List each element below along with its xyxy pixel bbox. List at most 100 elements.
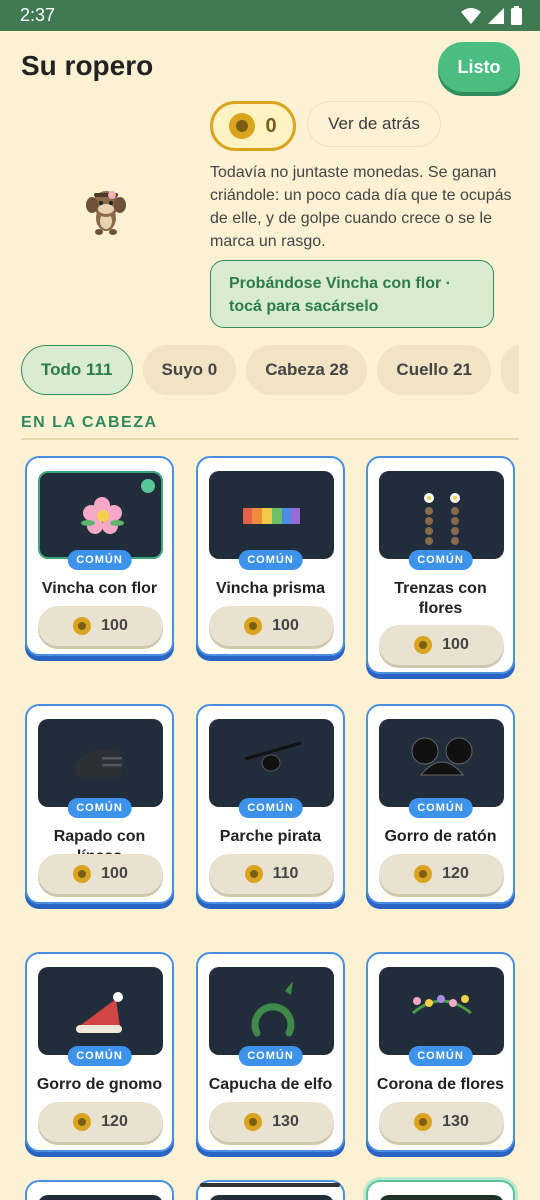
shaved-head-icon	[74, 748, 124, 777]
category-tabs: Todo 111 Suyo 0 Cabeza 28 Cuello 21	[21, 345, 519, 395]
item-price: 120	[101, 1113, 128, 1130]
item-thumbnail	[379, 719, 504, 807]
item-name: Vincha prisma	[215, 580, 326, 597]
mouse-ears-icon	[411, 737, 473, 776]
buy-button[interactable]: 120	[38, 1102, 163, 1142]
coin-icon	[244, 865, 263, 883]
item-price: 100	[442, 636, 469, 653]
item-name: Gorro de gnomo	[36, 1076, 163, 1093]
battery-icon	[511, 6, 522, 25]
item-card[interactable]: COMÚN Capucha de elfo 130	[196, 952, 345, 1152]
item-thumbnail	[38, 471, 163, 559]
coin-icon	[244, 617, 263, 635]
buy-button[interactable]: 130	[209, 1102, 334, 1142]
coins-description: Todavía no juntaste monedas. Se ganan cr…	[210, 164, 512, 250]
item-name: Gorro de ratón	[384, 828, 497, 845]
item-name: Vincha con flor	[41, 580, 158, 597]
item-price: 100	[272, 617, 299, 634]
item-card[interactable]: COMÚN Trenzas con flores 100	[366, 456, 515, 674]
rarity-badge: COMÚN	[67, 550, 132, 570]
coin-icon	[244, 1113, 263, 1131]
item-card[interactable]	[25, 1180, 174, 1200]
item-price: 100	[101, 617, 128, 634]
braids-icon	[424, 493, 460, 545]
section-divider	[21, 438, 519, 440]
coin-icon	[73, 617, 92, 635]
section-title: EN LA CABEZA	[21, 414, 158, 431]
item-name: Trenzas con flores	[394, 580, 487, 617]
buy-button[interactable]: 100	[38, 854, 163, 894]
item-card[interactable]: COMÚN Corona de flores 130	[366, 952, 515, 1152]
coin-count: 0	[265, 114, 277, 137]
buy-button[interactable]: 120	[379, 854, 504, 894]
rarity-badge: COMÚN	[408, 550, 473, 570]
rarity-badge: COMÚN	[238, 1046, 303, 1066]
item-card[interactable]: COMÚNRapado con líneas100	[25, 704, 174, 904]
item-card[interactable]: COMÚN Gorro de gnomo 120	[25, 952, 174, 1152]
item-thumbnail	[209, 719, 334, 807]
elf-hood-icon	[251, 981, 295, 1037]
eyepatch-icon	[244, 741, 302, 772]
item-price: 130	[272, 1113, 299, 1130]
view-back-button[interactable]: Ver de atrás	[307, 101, 441, 147]
rarity-badge: COMÚN	[408, 1046, 473, 1066]
status-bar: 2:37	[0, 0, 540, 31]
buy-button[interactable]: 100	[209, 606, 334, 646]
tab-2[interactable]: Cabeza 28	[246, 345, 368, 395]
item-thumbnail	[38, 967, 163, 1055]
tab-0[interactable]: Todo 111	[21, 345, 133, 395]
trying-on-banner[interactable]: Probándose Vincha con flor · tocá para s…	[210, 260, 494, 328]
item-name: Parche pirata	[219, 828, 322, 845]
item-card[interactable]	[366, 1180, 515, 1200]
flower-crown-icon	[412, 995, 472, 1015]
tab-1[interactable]: Suyo 0	[142, 345, 237, 395]
coin-icon	[414, 1113, 433, 1131]
item-thumbnail	[379, 471, 504, 559]
coin-icon	[414, 865, 433, 883]
item-thumbnail	[379, 1195, 504, 1200]
tab-4[interactable]	[501, 345, 519, 395]
buy-button[interactable]: 100	[379, 625, 504, 665]
buy-button[interactable]: 110	[209, 854, 334, 894]
buy-button[interactable]: 100	[38, 606, 163, 646]
status-time: 2:37	[20, 5, 56, 25]
item-thumbnail	[209, 967, 334, 1055]
done-button[interactable]: Listo	[438, 42, 520, 92]
coin-icon	[73, 865, 92, 883]
item-card[interactable]: COMÚN Vincha con flor 100	[25, 456, 174, 656]
item-card[interactable]: COMÚN Parche pirata 110	[196, 704, 345, 904]
item-thumbnail	[38, 719, 163, 807]
gnome-hat-icon	[76, 992, 123, 1033]
signal-icon	[488, 7, 504, 24]
item-name: Corona de flores	[376, 1076, 505, 1093]
coin-icon	[414, 636, 433, 654]
wifi-icon	[461, 7, 481, 24]
rarity-badge: COMÚN	[67, 798, 132, 818]
item-price: 100	[101, 865, 128, 882]
item-price: 130	[442, 1113, 469, 1130]
item-thumbnail	[38, 1195, 163, 1200]
rarity-badge: COMÚN	[238, 798, 303, 818]
pet-avatar	[86, 191, 126, 235]
home-indicator	[200, 1183, 340, 1187]
tab-3[interactable]: Cuello 21	[377, 345, 492, 395]
coin-icon	[229, 113, 256, 139]
item-thumbnail	[209, 471, 334, 559]
rarity-badge: COMÚN	[67, 1046, 132, 1066]
coin-balance: 0	[210, 101, 296, 151]
buy-button[interactable]: 130	[379, 1102, 504, 1142]
item-thumbnail	[379, 967, 504, 1055]
page-title: Su ropero	[21, 50, 154, 81]
coin-icon	[73, 1113, 92, 1131]
rainbow-band-icon	[243, 508, 300, 524]
status-icons	[461, 6, 522, 25]
equipped-dot	[141, 479, 155, 493]
rarity-badge: COMÚN	[238, 550, 303, 570]
rarity-badge: COMÚN	[408, 798, 473, 818]
item-card[interactable]: COMÚN Vincha prisma 100	[196, 456, 345, 656]
item-card[interactable]: COMÚN Gorro de ratón 120	[366, 704, 515, 904]
item-thumbnail	[209, 1195, 334, 1200]
item-price: 110	[272, 865, 299, 882]
item-name: Capucha de elfo	[208, 1076, 333, 1093]
item-price: 120	[442, 865, 469, 882]
